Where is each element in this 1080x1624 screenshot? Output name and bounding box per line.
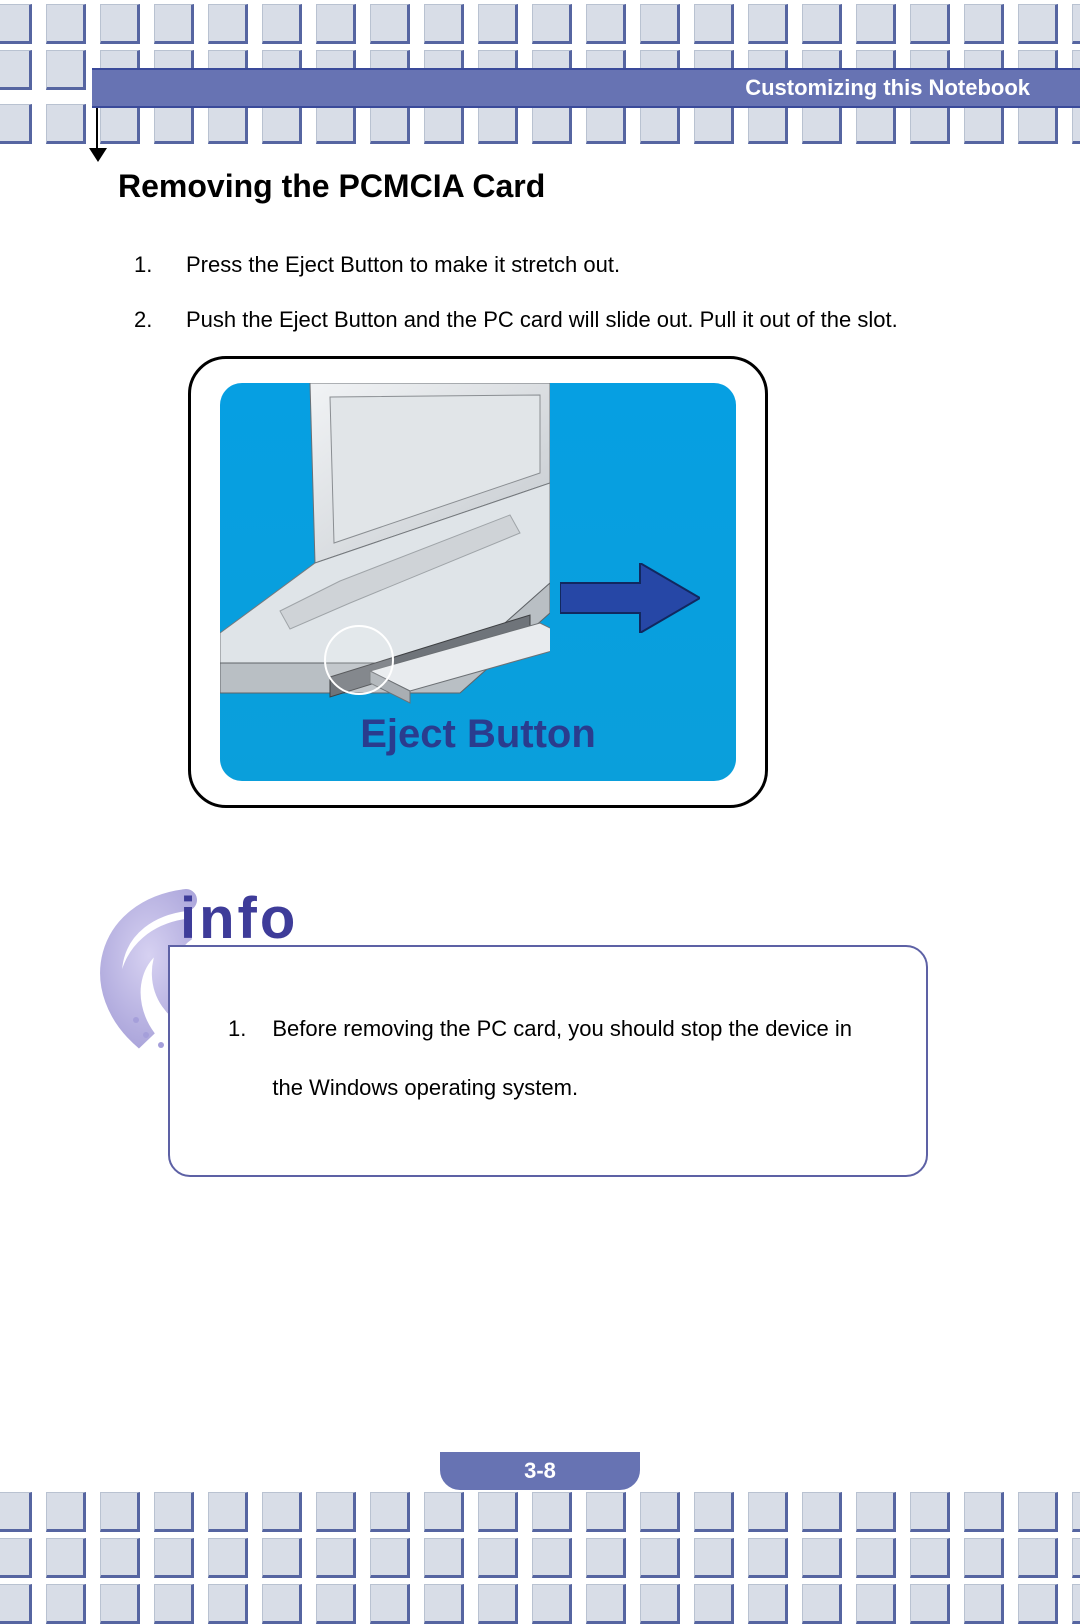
- info-item-text: Before removing the PC card, you should …: [272, 999, 868, 1118]
- decor-squares-bot-3: [0, 1584, 1080, 1624]
- figure-frame: Eject Button: [188, 356, 768, 808]
- eject-button-callout-circle: [324, 625, 394, 695]
- steps-list: 1. Press the Eject Button to make it str…: [134, 247, 988, 337]
- info-item: 1. Before removing the PC card, you shou…: [228, 999, 868, 1118]
- info-box: 1. Before removing the PC card, you shou…: [168, 945, 928, 1177]
- content-area: Removing the PCMCIA Card 1. Press the Ej…: [118, 168, 988, 357]
- step-item: 1. Press the Eject Button to make it str…: [134, 247, 988, 282]
- page-number: 3-8: [440, 1452, 640, 1490]
- laptop-illustration: [220, 383, 550, 743]
- info-label: info: [180, 885, 298, 952]
- step-item: 2. Push the Eject Button and the PC card…: [134, 302, 988, 337]
- decor-squares-top-1: [0, 4, 1080, 44]
- decor-squares-bot-1: [0, 1492, 1080, 1532]
- step-number: 2.: [134, 302, 158, 337]
- figure-illustration: Eject Button: [220, 383, 736, 781]
- decor-squares-top-3: [0, 104, 1080, 144]
- page-number-text: 3-8: [524, 1458, 556, 1484]
- step-text: Press the Eject Button to make it stretc…: [186, 247, 620, 282]
- step-number: 1.: [134, 247, 158, 282]
- section-title: Removing the PCMCIA Card: [118, 168, 988, 205]
- chapter-title: Customizing this Notebook: [745, 75, 1030, 101]
- chapter-header: Customizing this Notebook: [92, 68, 1080, 108]
- step-text: Push the Eject Button and the PC card wi…: [186, 302, 898, 337]
- decor-squares-bot-2: [0, 1538, 1080, 1578]
- info-item-number: 1.: [228, 999, 246, 1118]
- header-arrow-head-icon: [89, 148, 107, 162]
- figure-callout-label: Eject Button: [220, 712, 736, 757]
- arrow-right-icon: [560, 563, 700, 633]
